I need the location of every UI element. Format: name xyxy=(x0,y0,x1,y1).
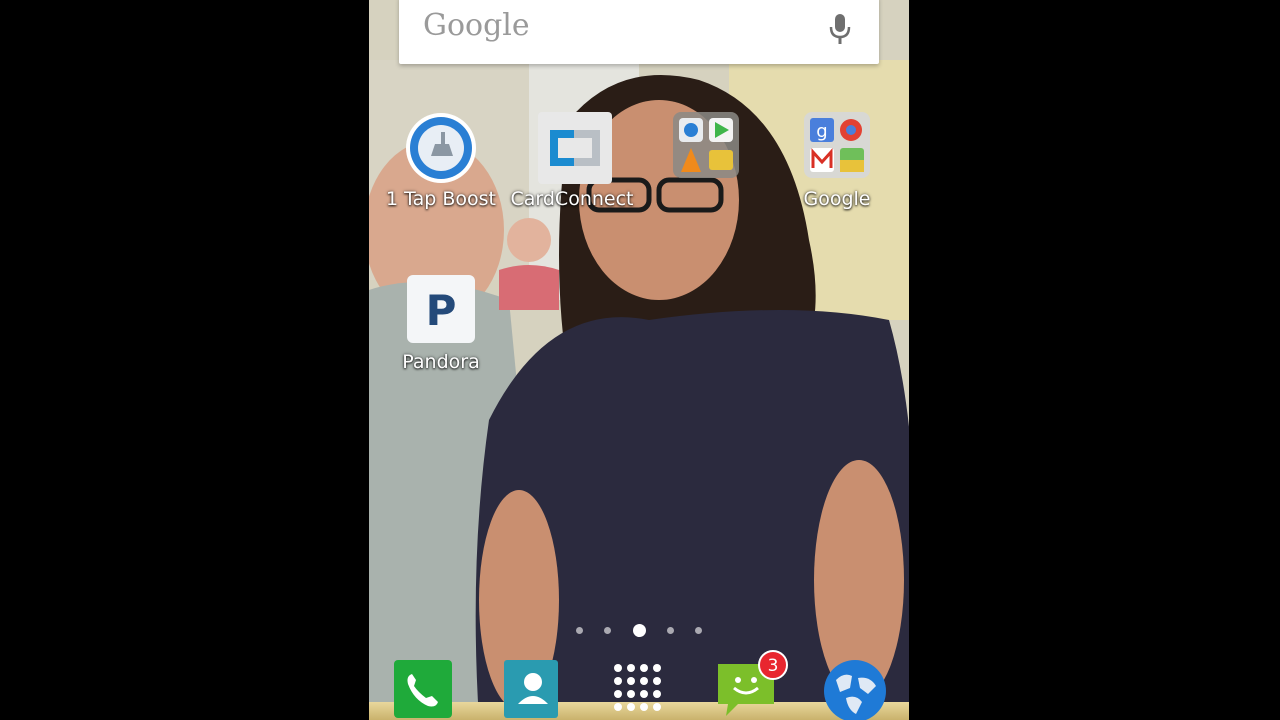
google-search-bar[interactable]: Google xyxy=(399,0,879,64)
google-logo: Google xyxy=(423,8,530,43)
app-1-tap-boost[interactable]: 1 Tap Boost xyxy=(376,112,506,210)
page-dot[interactable] xyxy=(694,627,702,634)
page-indicator xyxy=(369,620,909,639)
dock-contacts-button[interactable] xyxy=(500,658,562,720)
google-folder-icon: g xyxy=(801,112,873,184)
app-pandora[interactable]: P Pandora xyxy=(376,275,506,373)
page-dot[interactable] xyxy=(604,627,612,634)
page-dot[interactable] xyxy=(576,627,584,634)
page-dot-active[interactable] xyxy=(632,624,646,637)
app-label: Pandora xyxy=(402,351,480,373)
dock-messaging-button[interactable]: 3 xyxy=(716,650,788,720)
cardconnect-icon xyxy=(536,112,612,184)
pandora-icon: P xyxy=(405,275,477,347)
svg-text:g: g xyxy=(816,121,827,142)
phone-screen: Google 1 Tap Boost CardConnect g Google … xyxy=(369,0,909,720)
app-label: CardConnect xyxy=(510,188,634,210)
globe-icon xyxy=(824,660,886,720)
dock-browser-button[interactable] xyxy=(822,658,886,720)
dock: 3 xyxy=(369,650,909,720)
dock-phone-button[interactable] xyxy=(392,658,454,720)
app-label: 1 Tap Boost xyxy=(386,188,496,210)
app-label: Google xyxy=(803,188,871,210)
broom-boost-icon xyxy=(405,112,477,184)
svg-text:P: P xyxy=(426,286,457,335)
folder-icon xyxy=(670,112,742,184)
contacts-icon xyxy=(504,660,558,718)
app-folder[interactable] xyxy=(641,112,771,188)
app-drawer-icon xyxy=(614,664,661,711)
phone-icon xyxy=(394,660,452,718)
app-google-folder[interactable]: g Google xyxy=(772,112,902,210)
app-cardconnect[interactable]: CardConnect xyxy=(507,112,637,210)
page-dot[interactable] xyxy=(666,627,674,634)
mic-icon[interactable] xyxy=(827,12,853,46)
dock-app-drawer-button[interactable] xyxy=(608,658,670,720)
unread-badge: 3 xyxy=(758,650,788,680)
